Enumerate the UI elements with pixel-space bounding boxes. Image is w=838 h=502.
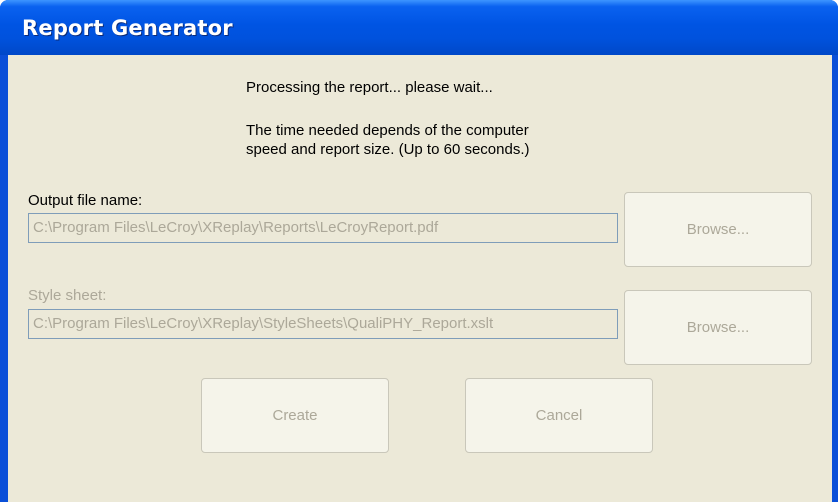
output-file-label: Output file name: [28, 192, 143, 209]
style-sheet-label: Style sheet: [28, 287, 107, 304]
output-browse-button[interactable]: Browse... [624, 192, 812, 267]
cancel-button[interactable]: Cancel [465, 378, 653, 453]
title-bar[interactable]: Report Generator [0, 0, 838, 55]
status-time-text-line1: The time needed depends of the computer [246, 122, 529, 139]
dialog-body: Processing the report... please wait... … [8, 55, 832, 502]
status-processing-text: Processing the report... please wait... [246, 79, 493, 96]
output-file-field[interactable]: C:\Program Files\LeCroy\XReplay\Reports\… [28, 213, 618, 243]
style-sheet-browse-button[interactable]: Browse... [624, 290, 812, 365]
status-time-text-line2: speed and report size. (Up to 60 seconds… [246, 141, 530, 158]
style-sheet-field[interactable]: C:\Program Files\LeCroy\XReplay\StyleShe… [28, 309, 618, 339]
create-button[interactable]: Create [201, 378, 389, 453]
window-title: Report Generator [22, 16, 233, 40]
report-generator-window: Report Generator Processing the report..… [0, 0, 838, 502]
